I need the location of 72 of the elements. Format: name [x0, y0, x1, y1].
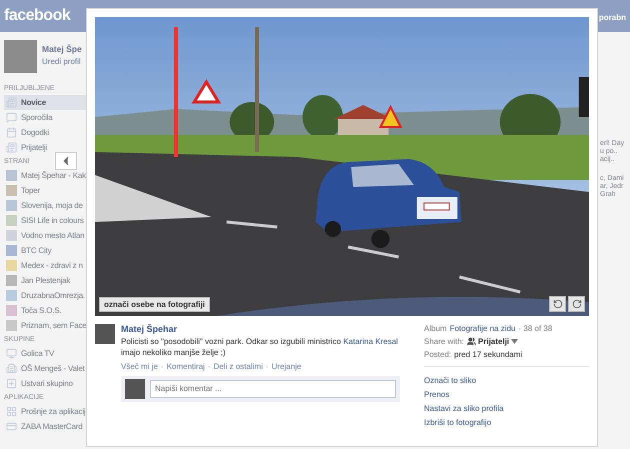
- sidebar-item[interactable]: Medex - zdravi z n: [4, 258, 90, 273]
- header-text: porabn: [598, 12, 626, 22]
- rotate-right-icon: [572, 299, 582, 309]
- separator: ·: [266, 362, 269, 371]
- separator: ·: [160, 362, 164, 371]
- page-thumbnail-icon: [6, 260, 17, 271]
- person-link[interactable]: Katarina Kresal: [343, 337, 398, 346]
- grid-icon: [6, 406, 17, 417]
- sidebar-item[interactable]: Toper: [4, 183, 90, 198]
- user-photo: [125, 378, 145, 399]
- album-link[interactable]: Fotografije na zidu: [450, 324, 516, 333]
- card-icon: [6, 421, 17, 432]
- rotate-right-button[interactable]: [568, 296, 585, 312]
- page-thumbnail-icon: [6, 245, 17, 256]
- sidebar-item[interactable]: Slovenija, moja de: [4, 198, 90, 213]
- photo-action-link[interactable]: Nastavi za sliko profila: [424, 404, 589, 413]
- page-thumbnail-icon: [6, 230, 17, 241]
- action-link[interactable]: Deli z ostalimi: [214, 362, 263, 371]
- caret-icon: [511, 339, 518, 344]
- action-link[interactable]: Komentiraj: [166, 362, 205, 371]
- sidebar-item[interactable]: Golica TV: [4, 346, 90, 361]
- sidebar-item[interactable]: Sporočila: [4, 110, 90, 125]
- photo-action-link[interactable]: Izbriši to fotografijo: [424, 418, 589, 427]
- chat-icon: [6, 112, 17, 123]
- sidebar-item[interactable]: Prošnje za aplikacij: [4, 404, 90, 419]
- sidebar-item[interactable]: DruzabnaOmrezja.: [4, 288, 90, 303]
- sidebar-item[interactable]: SISI Life in colours: [4, 213, 90, 228]
- post-text: Policisti so "posodobili" vozni park. Odkar so izgubili ministrico Katarina Kresal imajo nekoliko manjše želje ;): [121, 337, 399, 359]
- profile-name[interactable]: Matej Špe: [42, 44, 82, 54]
- page-thumbnail-icon: [6, 200, 17, 211]
- sidebar-item[interactable]: ZABA MasterCard: [4, 419, 90, 434]
- page-thumbnail-icon: [6, 275, 17, 286]
- photo-action-link[interactable]: Označi to sliko: [424, 376, 589, 385]
- tv-icon: [6, 348, 17, 359]
- share-label: Share with:: [424, 337, 464, 346]
- page-thumbnail-icon: [6, 185, 17, 196]
- calendar-icon: [6, 127, 17, 138]
- page-thumbnail-icon: [6, 290, 17, 301]
- list-icon: [6, 97, 17, 108]
- rotate-left-icon: [552, 299, 562, 309]
- page-thumbnail-icon: [6, 305, 17, 316]
- posted-label: Posted:: [424, 350, 452, 359]
- page-thumbnail-icon: [6, 215, 17, 226]
- sidebar-item[interactable]: Vodno mesto Atlan: [4, 228, 90, 243]
- previous-button[interactable]: [55, 152, 77, 170]
- building-icon: [6, 363, 17, 374]
- sidebar-item[interactable]: BTC City: [4, 243, 90, 258]
- page-thumbnail-icon: [6, 320, 17, 331]
- album-label: Album: [424, 324, 447, 333]
- sidebar-item[interactable]: Prijatelji: [4, 140, 90, 155]
- separator: ·: [208, 362, 210, 371]
- sidebar-item[interactable]: Matej Špehar - Kak: [4, 168, 90, 183]
- facebook-logo[interactable]: facebook: [4, 7, 70, 25]
- comment-field[interactable]: Napiši komentar ...: [150, 380, 396, 398]
- author-name[interactable]: Matej Špehar: [121, 324, 400, 334]
- photo-action-link[interactable]: Prenos: [424, 390, 589, 399]
- photo-count: · 38 of 38: [518, 324, 552, 333]
- sidebar-item[interactable]: Dogodki: [4, 125, 90, 140]
- sidebar-item[interactable]: Priznam, sem Face: [4, 318, 90, 333]
- privacy-dropdown[interactable]: Prijatelji: [467, 337, 518, 346]
- sidebar-item[interactable]: Toča S.O.S.: [4, 303, 90, 318]
- sidebar-item[interactable]: Ustvari skupino: [4, 376, 90, 391]
- posted-time: pred 17 sekundami: [454, 350, 522, 359]
- sidebar-item[interactable]: OŠ Mengeš - Valet: [4, 361, 90, 376]
- sidebar-item[interactable]: Jan Plestenjak: [4, 273, 90, 288]
- action-link[interactable]: Urejanje: [272, 362, 302, 371]
- plus-icon: [6, 378, 17, 389]
- tag-people-button[interactable]: označi osebe na fotografiji: [99, 297, 210, 312]
- action-link[interactable]: Všeč mi je: [121, 362, 158, 371]
- rotate-left-button[interactable]: [549, 296, 566, 312]
- page-thumbnail-icon: [6, 170, 17, 181]
- edit-profile-link[interactable]: Uredi profil: [42, 57, 82, 66]
